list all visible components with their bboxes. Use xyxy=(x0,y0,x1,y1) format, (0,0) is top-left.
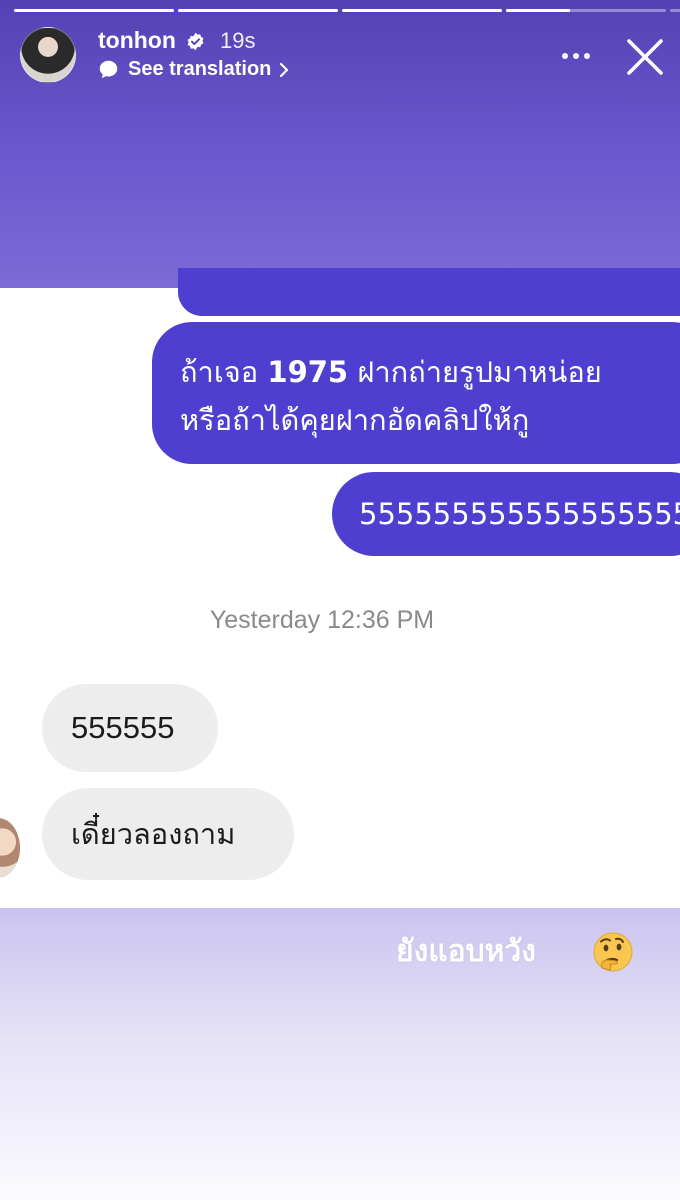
close-icon[interactable] xyxy=(624,36,666,78)
story-progress-fill xyxy=(342,9,502,12)
more-options-icon[interactable] xyxy=(558,44,594,68)
story-progress-bar xyxy=(14,9,680,12)
see-translation-label: See translation xyxy=(128,58,272,80)
story-progress-segment xyxy=(506,9,666,12)
story-time-ago: 19s xyxy=(220,28,256,53)
story-caption: ยังแอบหวัง xyxy=(396,934,536,969)
story-progress-fill xyxy=(178,9,338,12)
sent-message-text: 555555555555555555 xyxy=(359,497,680,531)
story-progress-segment xyxy=(670,9,680,12)
peer-avatar xyxy=(0,818,20,878)
received-message-text: 555555 xyxy=(71,710,175,745)
story-viewer: tonhon 19s See translation ถ้าเจอ 1975 ฝ… xyxy=(0,0,680,1200)
verified-badge-icon xyxy=(187,32,204,51)
sent-message-bubble: 555555555555555555 xyxy=(332,472,680,556)
profile-avatar[interactable] xyxy=(20,27,76,83)
thinking-face-emoji xyxy=(593,932,633,972)
story-progress-segment xyxy=(342,9,502,12)
username[interactable]: tonhon xyxy=(98,27,176,54)
sent-message-bubble: ถ้าเจอ 1975 ฝากถ่ายรูปมาหน่อย หรือถ้าได้… xyxy=(152,322,680,464)
story-footer-background xyxy=(0,908,680,1200)
sent-message-line-1: ถ้าเจอ 1975 ฝากถ่ายรูปมาหน่อย xyxy=(180,355,602,389)
received-message-bubble: 555555 xyxy=(42,684,218,772)
received-message-text: เดี๋ยวลองถาม xyxy=(71,817,236,851)
story-progress-segment xyxy=(178,9,338,12)
story-progress-fill xyxy=(14,9,174,12)
story-progress-fill xyxy=(506,9,570,12)
chevron-right-icon xyxy=(280,62,289,77)
sent-message-bubble-partial xyxy=(178,268,680,316)
sent-message-line-2: หรือถ้าได้คุยฝากอัดคลิปให้กู xyxy=(180,403,530,437)
story-progress-segment xyxy=(14,9,174,12)
chat-timestamp: Yesterday 12:36 PM xyxy=(209,606,435,634)
sent-message-highlight: 1975 xyxy=(267,355,349,389)
received-message-bubble: เดี๋ยวลองถาม xyxy=(42,788,294,880)
see-translation-button[interactable]: See translation xyxy=(98,58,289,81)
speech-bubble-icon xyxy=(99,60,118,79)
